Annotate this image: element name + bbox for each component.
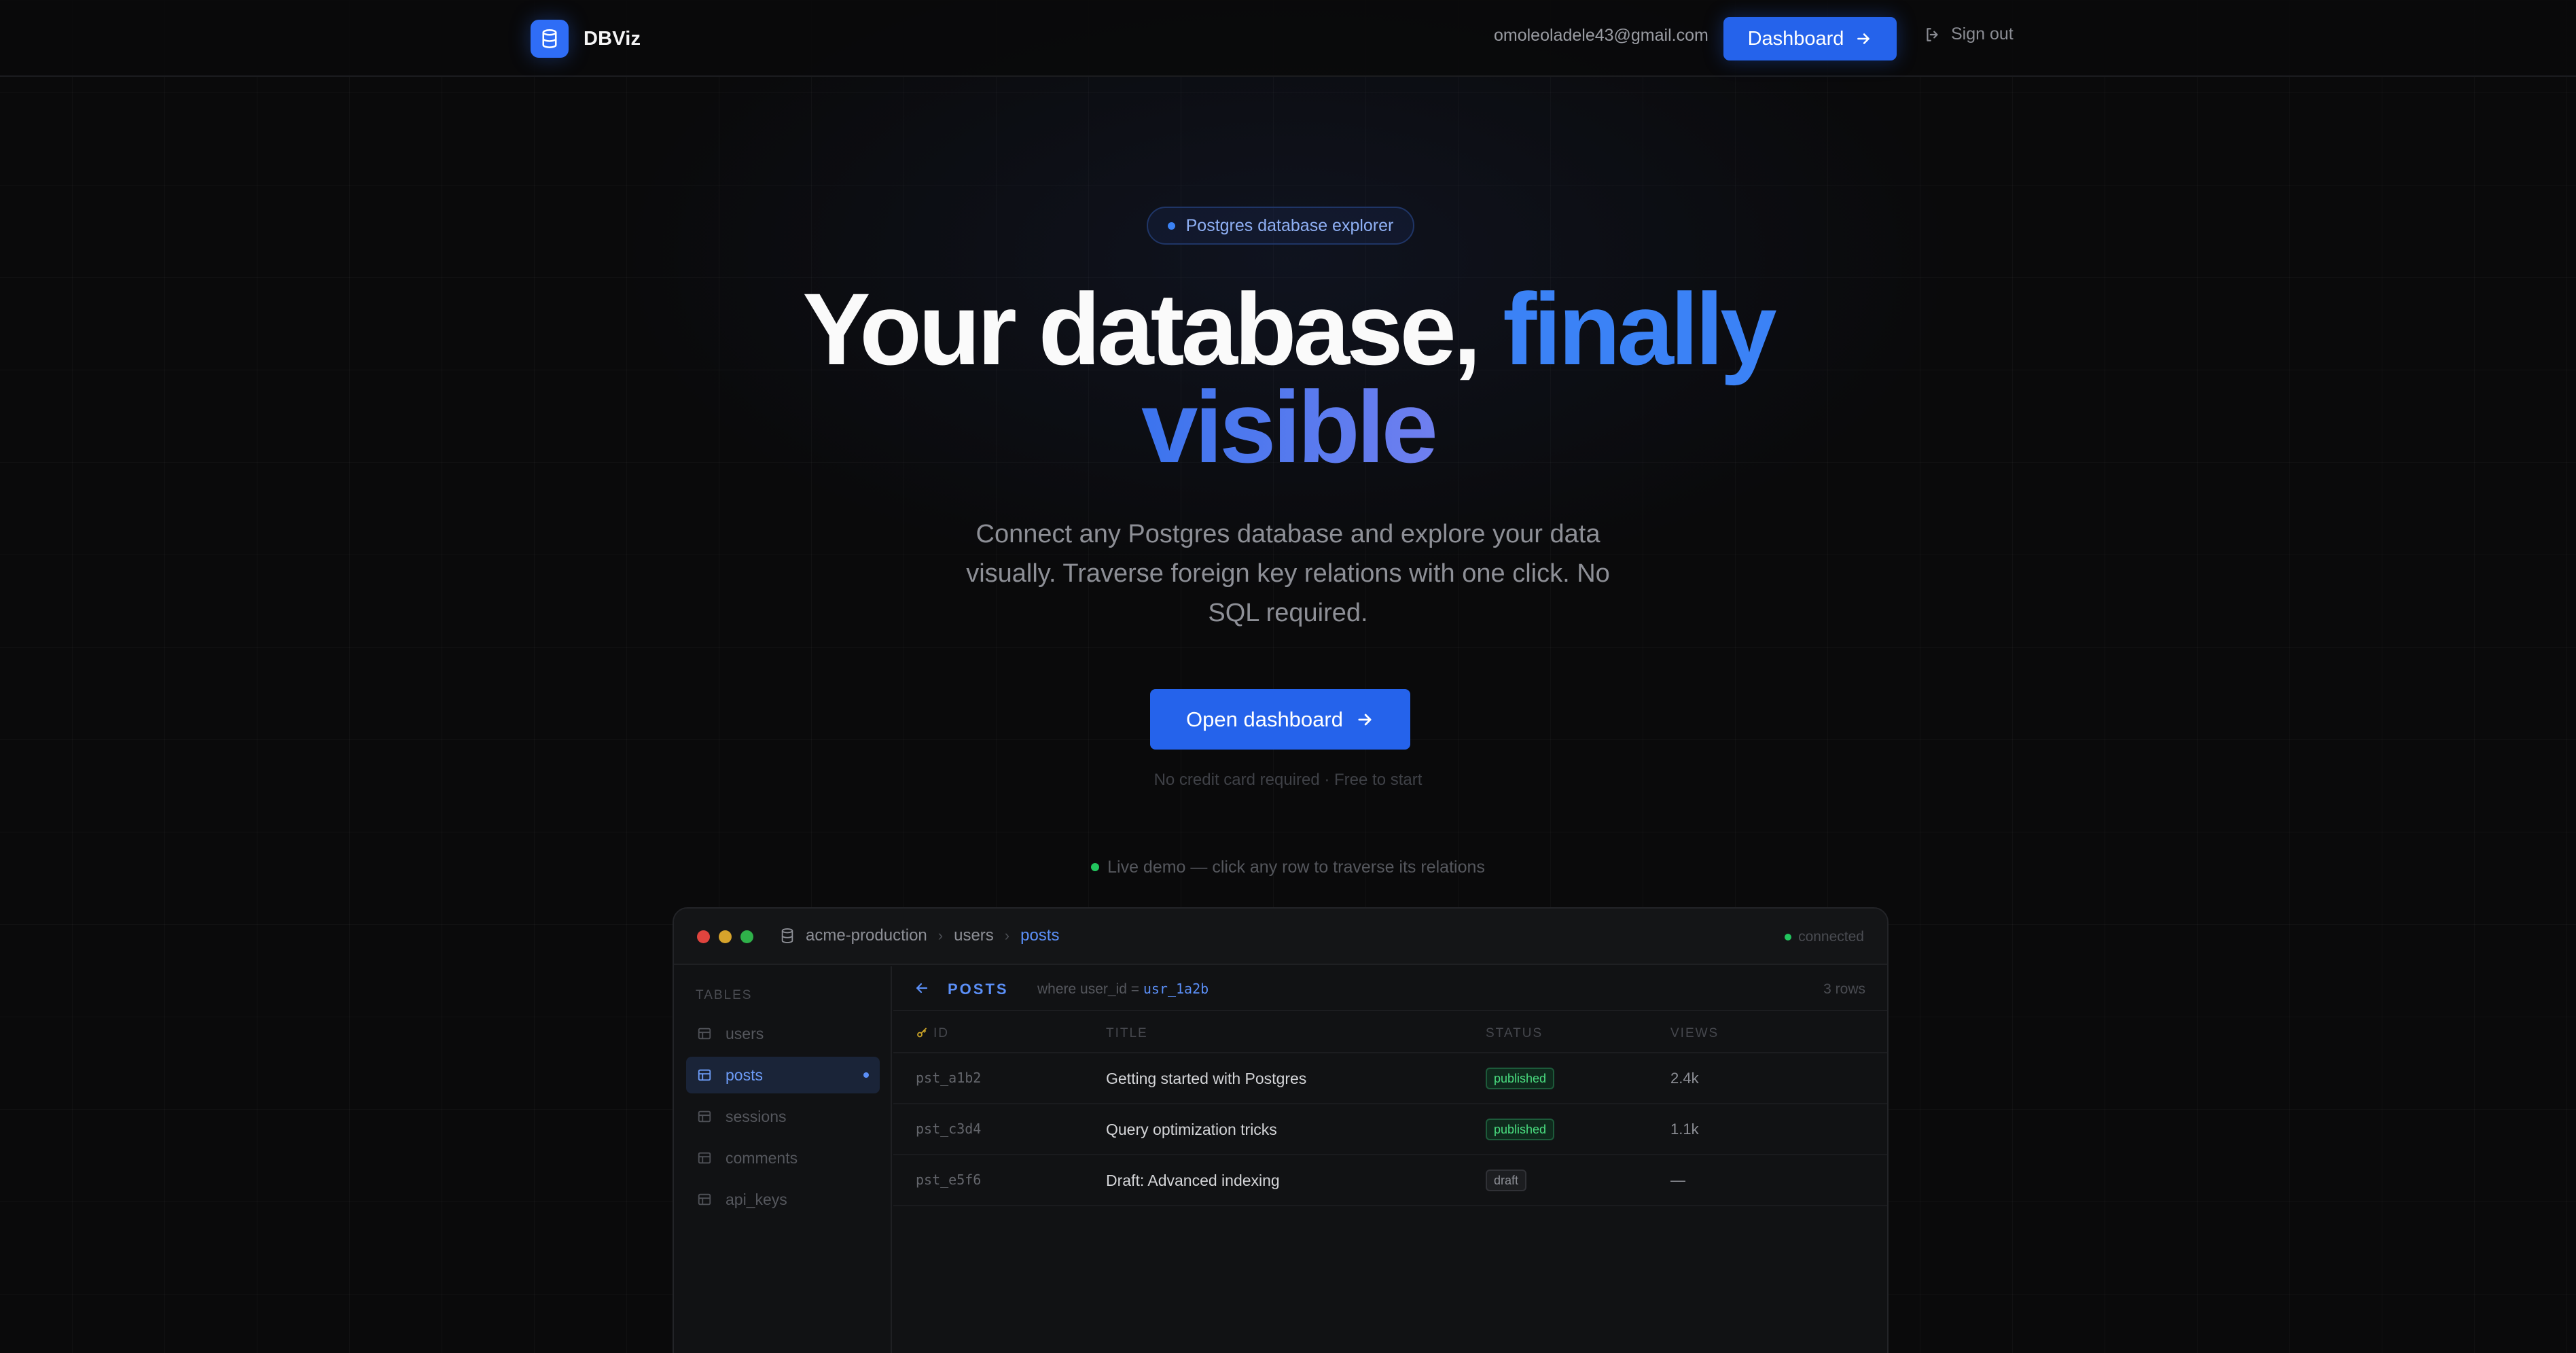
table-row[interactable]: pst_e5f6 Draft: Advanced indexing draft … (893, 1155, 1887, 1206)
top-nav: DBViz omoleoladele43@gmail.com Dashboard… (0, 0, 2576, 77)
status-badge: draft (1486, 1170, 1527, 1191)
selected-indicator (863, 1072, 869, 1078)
hero-title-part1: Your database, (802, 272, 1503, 386)
sidebar-item-label: users (726, 1024, 764, 1042)
hero-subtitle: Connect any Postgres database and explor… (966, 520, 1610, 627)
live-demo-caption: Live demo — click any row to traverse it… (0, 858, 2576, 877)
arrow-right-icon (1358, 714, 1372, 725)
table-view: POSTS where user_id = usr_1a2b 3 rows ID… (893, 966, 1887, 1353)
sidebar-item-label: sessions (726, 1107, 787, 1125)
status-pill: draft (1486, 1170, 1527, 1191)
query-bar: POSTS where user_id = usr_1a2b 3 rows (893, 966, 1887, 1011)
tables-sidebar: TABLES users posts sessions comments api… (674, 966, 892, 1353)
database-icon (781, 928, 793, 944)
status-badge: published (1486, 1119, 1555, 1140)
badge-dot (1167, 222, 1175, 230)
table-icon (698, 1193, 711, 1206)
sidebar-item-posts[interactable]: posts (686, 1057, 880, 1093)
hero-badge: Postgres database explorer (1147, 207, 1414, 245)
cell-id: pst_e5f6 (916, 1172, 982, 1188)
column-header-views: VIEWS (1670, 1026, 1719, 1040)
breadcrumb-current: posts (1020, 926, 1060, 945)
table-icon (698, 1110, 711, 1123)
cell-title: Getting started with Postgres (1106, 1070, 1307, 1087)
hero-title: Your database, finally visible (0, 278, 2576, 478)
filter-value: usr_1a2b (1143, 981, 1209, 997)
window-titlebar: acme-production › users › posts connecte… (674, 909, 1887, 965)
arrow-left-icon (916, 983, 928, 994)
status-badge: published (1486, 1068, 1555, 1089)
cell-title: Draft: Advanced indexing (1106, 1172, 1280, 1189)
chevron-right-icon: › (937, 927, 944, 944)
user-email: omoleoladele43@gmail.com (1494, 26, 1709, 45)
table-icon (698, 1069, 711, 1081)
sidebar-item-api-keys[interactable]: api_keys (686, 1181, 880, 1218)
open-dashboard-label: Open dashboard (1186, 707, 1343, 731)
sign-out-label: Sign out (1951, 24, 2014, 43)
cell-title: Query optimization tricks (1106, 1121, 1277, 1138)
column-header-title: TITLE (1106, 1026, 1148, 1040)
breadcrumb-database[interactable]: acme-production (806, 926, 927, 945)
column-header-status: STATUS (1486, 1026, 1543, 1040)
status-dot (1785, 934, 1792, 941)
cell-views: 2.4k (1670, 1070, 1699, 1087)
breadcrumb-table[interactable]: users (954, 926, 994, 945)
open-dashboard-button[interactable]: Open dashboard (1150, 689, 1410, 750)
brand[interactable]: DBViz (531, 19, 641, 58)
filter-prefix: where user_id = (1037, 981, 1143, 997)
table-header: ID TITLE STATUS VIEWS (893, 1011, 1887, 1053)
sign-out-button[interactable]: Sign out (1924, 24, 2014, 44)
cell-views: 1.1k (1670, 1121, 1699, 1138)
table-icon (698, 1027, 711, 1040)
cell-id: pst_c3d4 (916, 1121, 982, 1137)
back-button[interactable] (914, 980, 930, 1000)
connection-label: connected (1798, 929, 1864, 945)
column-header-label: ID (933, 1026, 949, 1040)
minimize-dot (719, 930, 732, 943)
current-table-name: POSTS (948, 981, 1009, 998)
hero-title-accent2: visible (1141, 370, 1438, 484)
database-icon (531, 20, 569, 58)
fineprint: No credit card required · Free to start (1153, 771, 1423, 789)
hero-title-accent1: finally (1503, 272, 1776, 386)
maximize-dot (740, 930, 753, 943)
sidebar-item-sessions[interactable]: sessions (686, 1098, 880, 1135)
live-demo-label: Live demo — click any row to traverse it… (1107, 858, 1485, 877)
breadcrumb: acme-production › users › posts (780, 926, 1059, 945)
connection-status: connected (1785, 929, 1864, 945)
sidebar-item-label: api_keys (726, 1190, 787, 1208)
status-pill: published (1486, 1068, 1555, 1089)
sidebar-item-label: comments (726, 1148, 798, 1167)
column-header-id: ID (916, 1026, 949, 1041)
demo-window: acme-production › users › posts connecte… (673, 907, 1889, 1353)
dashboard-button[interactable]: Dashboard (1723, 17, 1897, 60)
chevron-right-icon: › (1004, 927, 1010, 944)
close-dot (697, 930, 710, 943)
dashboard-button-label: Dashboard (1747, 27, 1844, 50)
cell-id: pst_a1b2 (916, 1070, 982, 1086)
sidebar-item-label: posts (726, 1066, 763, 1084)
row-count: 3 rows (1823, 981, 1865, 997)
query-filter: where user_id = usr_1a2b (1037, 981, 1209, 998)
live-dot (1091, 863, 1100, 871)
arrow-right-icon (1857, 33, 1870, 44)
log-out-icon (1927, 27, 1938, 41)
badge-label: Postgres database explorer (1185, 215, 1394, 235)
sidebar-item-users[interactable]: users (686, 1015, 880, 1052)
table-icon (698, 1152, 711, 1164)
status-pill: published (1486, 1119, 1555, 1140)
window-controls (697, 930, 753, 943)
brand-name: DBViz (584, 27, 641, 50)
key-icon (917, 1027, 927, 1038)
sidebar-item-comments[interactable]: comments (686, 1140, 880, 1176)
table-row[interactable]: pst_a1b2 Getting started with Postgres p… (893, 1053, 1887, 1104)
landing-page: DBViz omoleoladele43@gmail.com Dashboard… (0, 0, 2576, 1353)
table-row[interactable]: pst_c3d4 Query optimization tricks publi… (893, 1104, 1887, 1155)
sidebar-heading: TABLES (696, 988, 753, 1002)
cell-views: — (1670, 1172, 1685, 1189)
